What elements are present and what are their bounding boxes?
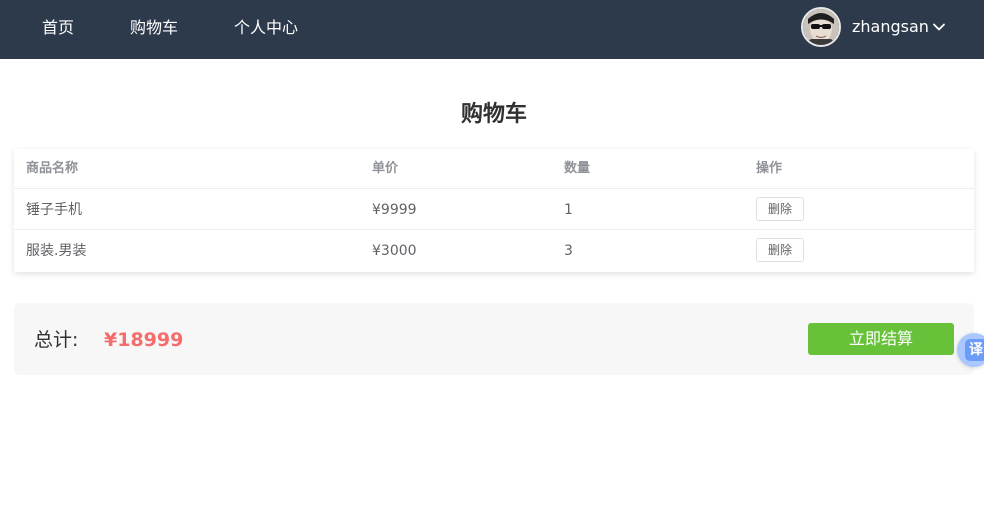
table-row: 服装.男装 ¥3000 3 删除	[14, 230, 974, 272]
avatar[interactable]	[801, 7, 841, 47]
delete-button[interactable]: 删除	[756, 197, 804, 221]
nav-item-home[interactable]: 首页	[42, 17, 74, 39]
column-header-name: 商品名称	[26, 161, 79, 176]
delete-button[interactable]: 删除	[756, 238, 804, 262]
username[interactable]: zhangsan	[852, 16, 929, 38]
checkout-button[interactable]: 立即结算	[808, 323, 954, 355]
product-name: 服装.男装	[26, 243, 87, 259]
total-amount: ¥18999	[104, 329, 184, 351]
translate-icon: 译	[965, 339, 984, 361]
table-row: 锤子手机 ¥9999 1 删除	[14, 189, 974, 230]
chevron-down-icon[interactable]	[932, 20, 946, 34]
total-label: 总计:	[34, 329, 79, 351]
column-header-actions: 操作	[756, 161, 783, 176]
product-name: 锤子手机	[26, 202, 82, 218]
table-header-row: 商品名称 单价 数量 操作	[14, 149, 974, 189]
nav-item-cart[interactable]: 购物车	[130, 17, 178, 39]
product-price: ¥9999	[372, 202, 417, 218]
top-navbar: 首页 购物车 个人中心 zhangsan	[0, 0, 984, 59]
product-price: ¥3000	[372, 243, 417, 259]
column-header-quantity: 数量	[564, 161, 591, 176]
product-quantity: 1	[564, 202, 573, 218]
translate-widget-button[interactable]: 译	[957, 333, 984, 367]
column-header-price: 单价	[372, 161, 399, 176]
nav-item-profile[interactable]: 个人中心	[234, 17, 298, 39]
order-summary: 总计: ¥18999 立即结算	[14, 303, 974, 375]
product-quantity: 3	[564, 243, 573, 259]
page-title: 购物车	[460, 102, 527, 127]
user-menu[interactable]: zhangsan	[801, 7, 961, 47]
cart-table: 商品名称 单价 数量 操作 锤子手机 ¥9999 1 删除 服装.男装 ¥300…	[14, 149, 974, 272]
